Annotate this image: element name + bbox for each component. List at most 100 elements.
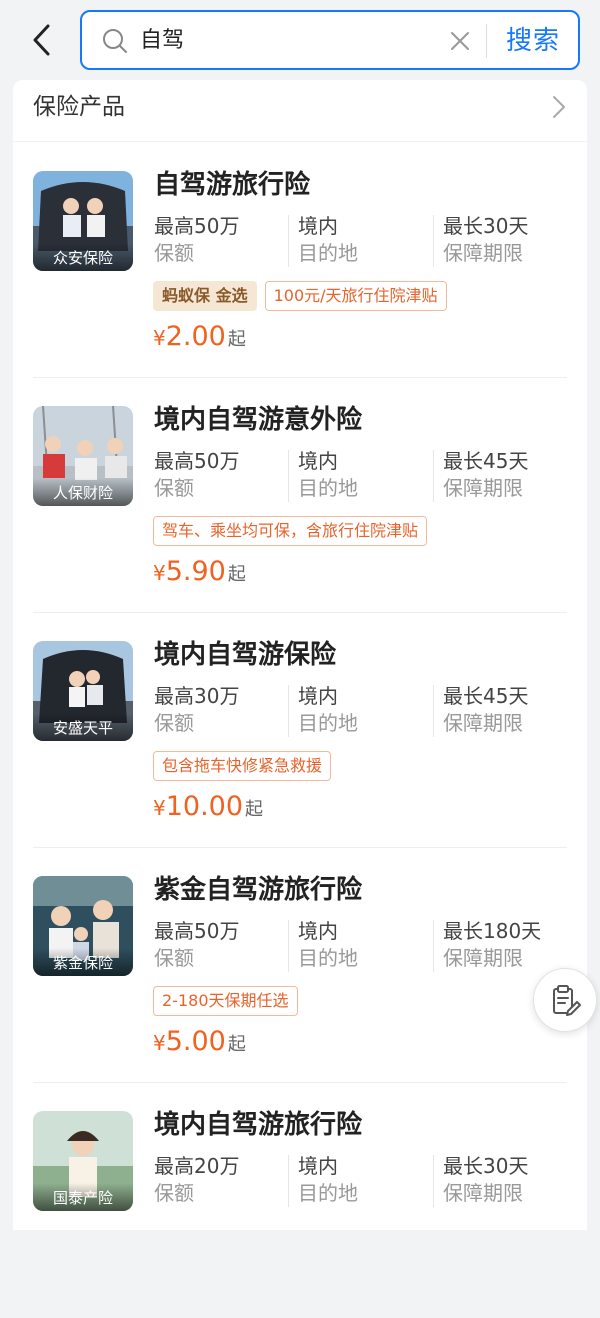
coverage-stat: 最高50万 保额 bbox=[154, 448, 239, 504]
feature-tag: 100元/天旅行住院津贴 bbox=[264, 281, 447, 311]
product-title: 境内自驾游旅行险 bbox=[154, 1110, 363, 1140]
provider-label: 众安保险 bbox=[33, 243, 133, 271]
destination-stat: 境内 目的地 bbox=[298, 683, 358, 739]
currency-symbol: ¥ bbox=[153, 561, 166, 585]
top-bar: 自驾 搜索 bbox=[0, 0, 600, 80]
price-value: 5.90 bbox=[165, 556, 226, 587]
product-title: 自驾游旅行险 bbox=[154, 170, 311, 200]
destination-value: 境内 bbox=[298, 214, 338, 238]
coverage-stat: 最高30万 保额 bbox=[154, 683, 239, 739]
product-card[interactable]: 众安保险 自驾游旅行险 最高50万 保额 境内 目的地 最长30天 保障期限 蚂… bbox=[33, 143, 567, 378]
tag-list: 2-180天保期任选 bbox=[153, 986, 298, 1018]
period-value: 最长30天 bbox=[443, 1154, 529, 1178]
product-card[interactable]: 国泰产险 境内自驾游旅行险 最高20万 保额 境内 目的地 最长30天 保障期限 bbox=[33, 1083, 567, 1318]
currency-symbol: ¥ bbox=[153, 796, 166, 820]
section-title: 保险产品 bbox=[33, 94, 125, 120]
price-value: 10.00 bbox=[165, 791, 244, 822]
destination-value: 境内 bbox=[298, 919, 338, 943]
stat-divider bbox=[288, 450, 289, 502]
product-card[interactable]: 人保财险 境内自驾游意外险 最高50万 保额 境内 目的地 最长45天 保障期限… bbox=[33, 378, 567, 613]
price: ¥5.00 起 bbox=[153, 1026, 246, 1066]
coverage-value: 最高20万 bbox=[154, 1154, 240, 1178]
period-label: 保障期限 bbox=[443, 241, 523, 265]
product-image: 紫金保险 bbox=[33, 876, 133, 976]
coverage-stat: 最高20万 保额 bbox=[154, 1153, 239, 1209]
feature-tag: 2-180天保期任选 bbox=[153, 986, 298, 1016]
price-suffix: 起 bbox=[245, 799, 264, 820]
destination-label: 目的地 bbox=[298, 1181, 358, 1205]
coverage-value: 最高50万 bbox=[154, 449, 240, 473]
destination-stat: 境内 目的地 bbox=[298, 213, 358, 269]
price-suffix: 起 bbox=[227, 329, 246, 350]
coverage-value: 最高30万 bbox=[154, 684, 240, 708]
search-bar[interactable]: 自驾 搜索 bbox=[80, 10, 580, 70]
search-button[interactable]: 搜索 bbox=[506, 24, 560, 58]
coverage-value: 最高50万 bbox=[154, 919, 240, 943]
product-card[interactable]: 安盛天平 境内自驾游保险 最高30万 保额 境内 目的地 最长45天 保障期限 … bbox=[33, 613, 567, 848]
stat-divider bbox=[433, 685, 434, 737]
product-image: 安盛天平 bbox=[33, 641, 133, 741]
period-label: 保障期限 bbox=[443, 711, 523, 735]
search-icon bbox=[103, 29, 127, 53]
destination-stat: 境内 目的地 bbox=[298, 918, 358, 974]
floating-clipboard-button[interactable] bbox=[533, 968, 597, 1032]
destination-stat: 境内 目的地 bbox=[298, 448, 358, 504]
period-label: 保障期限 bbox=[443, 1181, 523, 1205]
brand-tag: 蚂蚁保 金选 bbox=[153, 281, 257, 311]
clipboard-edit-icon bbox=[553, 985, 581, 1016]
period-stat: 最长45天 保障期限 bbox=[443, 683, 528, 739]
period-value: 最长180天 bbox=[443, 919, 542, 943]
provider-label: 国泰产险 bbox=[33, 1183, 133, 1211]
product-image: 众安保险 bbox=[33, 171, 133, 271]
price-suffix: 起 bbox=[227, 1034, 246, 1055]
product-title: 境内自驾游意外险 bbox=[154, 405, 363, 435]
stat-divider bbox=[433, 920, 434, 972]
product-card[interactable]: 紫金保险 紫金自驾游旅行险 最高50万 保额 境内 目的地 最长180天 保障期… bbox=[33, 848, 567, 1083]
product-image: 国泰产险 bbox=[33, 1111, 133, 1211]
provider-label: 紫金保险 bbox=[33, 948, 133, 976]
destination-value: 境内 bbox=[298, 684, 338, 708]
section-header-insurance[interactable]: 保险产品 bbox=[13, 80, 587, 142]
period-label: 保障期限 bbox=[443, 946, 523, 970]
destination-label: 目的地 bbox=[298, 241, 358, 265]
period-value: 最长45天 bbox=[443, 449, 529, 473]
coverage-label: 保额 bbox=[154, 711, 194, 735]
product-title: 境内自驾游保险 bbox=[154, 640, 337, 670]
results-panel: 保险产品 众安保险 自驾游旅行险 最高50万 保额 境内 目的地 最长30天 保… bbox=[13, 80, 587, 1230]
period-value: 最长45天 bbox=[443, 684, 529, 708]
provider-label: 人保财险 bbox=[33, 478, 133, 506]
currency-symbol: ¥ bbox=[153, 326, 166, 350]
stat-divider bbox=[288, 920, 289, 972]
destination-label: 目的地 bbox=[298, 476, 358, 500]
period-value: 最长30天 bbox=[443, 214, 529, 238]
destination-label: 目的地 bbox=[298, 946, 358, 970]
feature-tag: 驾车、乘坐均可保，含旅行住院津贴 bbox=[153, 516, 428, 546]
period-stat: 最长180天 保障期限 bbox=[443, 918, 541, 974]
product-image: 人保财险 bbox=[33, 406, 133, 506]
coverage-label: 保额 bbox=[154, 241, 194, 265]
coverage-label: 保额 bbox=[154, 476, 194, 500]
stat-divider bbox=[433, 450, 434, 502]
stat-divider bbox=[433, 1155, 434, 1207]
price: ¥10.00 起 bbox=[153, 791, 263, 831]
coverage-label: 保额 bbox=[154, 946, 194, 970]
period-label: 保障期限 bbox=[443, 476, 523, 500]
period-stat: 最长30天 保障期限 bbox=[443, 213, 528, 269]
destination-value: 境内 bbox=[298, 1154, 338, 1178]
coverage-value: 最高50万 bbox=[154, 214, 240, 238]
chevron-right-icon bbox=[553, 96, 565, 118]
stat-divider bbox=[288, 1155, 289, 1207]
price-value: 2.00 bbox=[165, 321, 226, 352]
destination-value: 境内 bbox=[298, 449, 338, 473]
period-stat: 最长30天 保障期限 bbox=[443, 1153, 528, 1209]
search-divider bbox=[486, 24, 487, 58]
back-button[interactable] bbox=[22, 20, 62, 60]
clear-icon[interactable] bbox=[447, 28, 473, 54]
product-title: 紫金自驾游旅行险 bbox=[154, 875, 363, 905]
tag-list: 包含拖车快修紧急救援 bbox=[153, 751, 332, 783]
price-suffix: 起 bbox=[227, 564, 246, 585]
search-input[interactable]: 自驾 bbox=[140, 27, 184, 55]
feature-tag: 包含拖车快修紧急救援 bbox=[153, 751, 332, 781]
destination-label: 目的地 bbox=[298, 711, 358, 735]
coverage-label: 保额 bbox=[154, 1181, 194, 1205]
